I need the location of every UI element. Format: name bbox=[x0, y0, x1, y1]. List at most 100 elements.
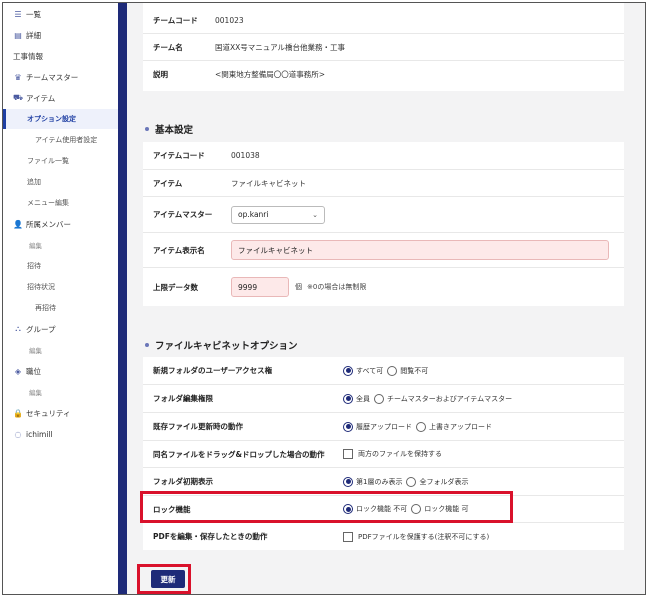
bullet-icon bbox=[145, 343, 149, 347]
sidebar-item-label: 詳細 bbox=[26, 30, 41, 40]
sidebar-item-label: ichimill bbox=[26, 429, 53, 439]
sidebar-item-label: 職位 bbox=[26, 366, 41, 376]
sidebar-item-20[interactable]: ◌ ichimill bbox=[3, 424, 118, 444]
display-name-label: アイテム表示名 bbox=[153, 245, 205, 255]
sidebar-item-label: 編集 bbox=[29, 347, 42, 355]
item-master-label: アイテムマスター bbox=[153, 210, 213, 219]
sidebar-item-5[interactable]: オプション設定 bbox=[3, 109, 118, 129]
radio-button[interactable] bbox=[387, 365, 398, 376]
radio-button[interactable] bbox=[343, 476, 353, 487]
sidebar-item-14[interactable]: 再招待 bbox=[3, 298, 118, 318]
basic-settings-heading: 基本設定 bbox=[145, 122, 193, 136]
sidebar-item-label: 工事情報 bbox=[13, 51, 43, 61]
sidebar-item-0[interactable]: ☰ 一覧 bbox=[3, 4, 118, 24]
team-code-row: チームコード 001023 bbox=[143, 7, 624, 34]
group-icon: ⛬ bbox=[15, 324, 21, 333]
option-row: 同名ファイルをドラッグ&ドロップした場合の動作 両方のファイルを保持する bbox=[143, 441, 624, 468]
sidebar-item-12[interactable]: 招待 bbox=[3, 256, 118, 276]
sidebar-item-1[interactable]: ▤ 詳細 bbox=[3, 25, 118, 45]
list-icon: ☰ bbox=[14, 9, 22, 19]
data-limit-note: ※0の場合は無制限 bbox=[307, 283, 367, 291]
chevron-down-icon: ⌄ bbox=[312, 210, 318, 219]
radio-group: 全員 チームマスターおよびアイテムマスター bbox=[343, 393, 513, 404]
item-label: アイテム bbox=[153, 178, 183, 188]
sidebar-item-18[interactable]: 編集 bbox=[3, 382, 118, 402]
sidebar: ☰ 一覧 ▤ 詳細工事情報 ♛ チームマスター ⛟ アイテムオプション設定アイテム使用者設定フ… bbox=[3, 3, 118, 594]
file-cabinet-options-title: ファイルキャビネットオプション bbox=[155, 341, 298, 352]
sidebar-item-label: 再招待 bbox=[35, 304, 56, 312]
radio-button[interactable] bbox=[416, 421, 426, 432]
data-limit-row: 上限データ数 9999 個 ※0の場合は無制限 bbox=[143, 268, 624, 306]
radio-group: 第1層のみ表示 全フォルダ表示 bbox=[343, 476, 469, 487]
option-choice-label: 全フォルダ表示 bbox=[419, 477, 469, 486]
box-icon: ⛟ bbox=[13, 93, 24, 102]
sidebar-item-17[interactable]: ◈ 職位 bbox=[3, 361, 118, 381]
radio-button[interactable] bbox=[406, 476, 417, 487]
sidebar-item-label: メニュー編集 bbox=[27, 199, 69, 207]
option-label: PDFを編集・保存したときの動作 bbox=[153, 532, 268, 541]
team-name-row: チーム名 国道XX号マニュアル橋台他業務・工事 bbox=[143, 34, 624, 61]
sidebar-item-3[interactable]: ♛ チームマスター bbox=[3, 67, 118, 87]
sidebar-item-9[interactable]: メニュー編集 bbox=[3, 193, 118, 213]
sidebar-item-10[interactable]: 👤 所属メンバー bbox=[3, 214, 118, 234]
option-label: フォルダ初期表示 bbox=[153, 477, 213, 486]
sidebar-item-7[interactable]: ファイル一覧 bbox=[3, 151, 118, 171]
sidebar-item-label: セキュリティ bbox=[26, 408, 71, 418]
sidebar-item-6[interactable]: アイテム使用者設定 bbox=[3, 130, 118, 150]
item-row: アイテム ファイルキャビネット bbox=[143, 170, 624, 197]
sidebar-item-16[interactable]: 編集 bbox=[3, 340, 118, 360]
sidebar-item-label: 編集 bbox=[29, 389, 42, 397]
option-choice-label: 全員 bbox=[356, 394, 370, 403]
item-code-label: アイテムコード bbox=[153, 151, 205, 160]
app-window: ☰ 一覧 ▤ 詳細 工事情報 ♛ チームマスター ⛟ アイテム オプション設定 アイテム使用者設定フ… bbox=[2, 2, 646, 595]
option-row: PDFを編集・保存したときの動作 PDFファイルを保護する(注釈不可にする) bbox=[143, 523, 624, 550]
item-master-row: アイテムマスター op.kanri ⌄ bbox=[143, 197, 624, 233]
item-code-value: 001038 bbox=[231, 151, 260, 160]
option-choice-label: 第1層のみ表示 bbox=[356, 477, 403, 486]
radio-button[interactable] bbox=[343, 365, 353, 376]
sidebar-divider bbox=[118, 3, 127, 594]
display-name-value: ファイルキャビネット bbox=[238, 245, 313, 255]
option-choice-label: 両方のファイルを保持する bbox=[358, 450, 442, 458]
team-name-label: チーム名 bbox=[153, 42, 183, 52]
sidebar-item-2[interactable]: 工事情報 bbox=[3, 46, 118, 66]
option-choice-label: 上書きアップロード bbox=[429, 422, 492, 431]
sidebar-item-19[interactable]: 🔒 セキュリティ bbox=[3, 403, 118, 423]
sidebar-item-15[interactable]: ⛬ グループ bbox=[3, 319, 118, 339]
item-master-select[interactable]: op.kanri ⌄ bbox=[231, 205, 325, 224]
radio-button[interactable] bbox=[343, 421, 353, 432]
checkbox[interactable] bbox=[343, 531, 353, 542]
checkbox[interactable] bbox=[343, 449, 353, 459]
basic-settings-title: 基本設定 bbox=[155, 125, 194, 136]
sidebar-item-13[interactable]: 招待状況 bbox=[3, 277, 118, 297]
item-value: ファイルキャビネット bbox=[231, 178, 306, 188]
sidebar-item-label: オプション設定 bbox=[27, 115, 76, 123]
bullet-icon bbox=[145, 127, 149, 131]
basic-settings-card: アイテムコード 001038 アイテム ファイルキャビネット アイテムマスター … bbox=[143, 142, 624, 306]
sidebar-item-label: 招待状況 bbox=[27, 283, 55, 291]
sidebar-item-11[interactable]: 編集 bbox=[3, 235, 118, 255]
data-limit-unit: 個 bbox=[295, 283, 302, 291]
option-label: 既存ファイル更新時の動作 bbox=[153, 422, 243, 431]
sidebar-item-label: 一覧 bbox=[26, 9, 41, 19]
radio-group: 履歴アップロード 上書きアップロード bbox=[343, 421, 492, 432]
radio-button[interactable] bbox=[374, 393, 384, 404]
option-choice-label: すべて可 bbox=[356, 366, 384, 375]
user-icon: 👤 bbox=[13, 219, 23, 229]
sidebar-item-4[interactable]: ⛟ アイテム bbox=[3, 88, 118, 108]
sidebar-item-label: 招待 bbox=[27, 262, 41, 270]
radio-button[interactable] bbox=[343, 393, 353, 404]
option-choice-label: 閲覧不可 bbox=[400, 366, 429, 375]
layers-icon: ◈ bbox=[14, 366, 22, 376]
option-choice-label: チームマスターおよびアイテムマスター bbox=[387, 394, 513, 403]
sidebar-item-label: グループ bbox=[26, 324, 56, 334]
radio-group: すべて可 閲覧不可 bbox=[343, 365, 429, 376]
ichimill-icon: ◌ bbox=[14, 429, 22, 439]
option-choice-label: PDFファイルを保護する(注釈不可にする) bbox=[358, 532, 490, 541]
sidebar-item-label: ファイル一覧 bbox=[27, 157, 69, 165]
data-limit-input[interactable]: 9999 bbox=[231, 277, 289, 297]
sidebar-item-8[interactable]: 追加 bbox=[3, 172, 118, 192]
display-name-input[interactable]: ファイルキャビネット bbox=[231, 240, 609, 260]
sidebar-item-label: チームマスター bbox=[26, 72, 79, 82]
sidebar-item-label: 追加 bbox=[27, 178, 41, 186]
